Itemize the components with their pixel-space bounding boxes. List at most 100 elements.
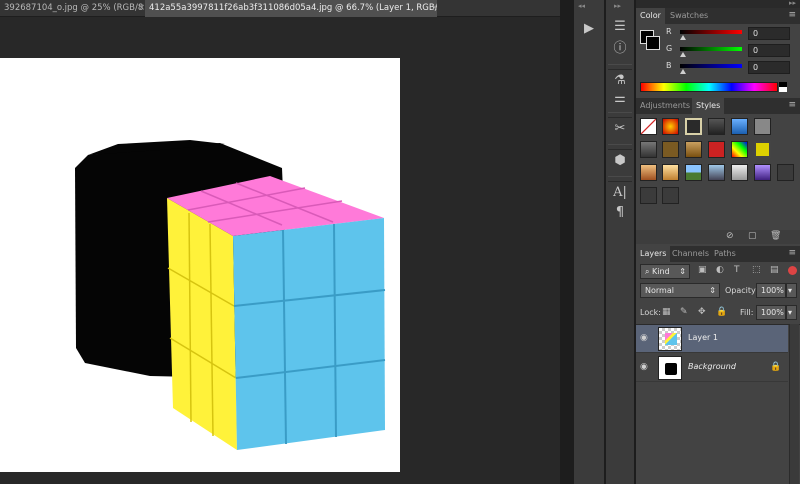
clear-style-icon[interactable]: ⊘ <box>726 231 734 241</box>
background-thumbnail-image <box>665 363 677 375</box>
tab-channels[interactable]: Channels <box>668 246 713 262</box>
adjustments-sliders-icon[interactable]: ⚌ <box>609 88 631 110</box>
style-swatch[interactable] <box>754 118 771 135</box>
layers-scrollbar[interactable] <box>789 324 799 484</box>
style-swatch[interactable] <box>777 164 794 181</box>
fill-dropdown[interactable]: ▾ <box>786 305 797 320</box>
collapse-arrows-icon[interactable]: ◂◂ <box>578 2 585 10</box>
lock-all-icon[interactable]: 🔒 <box>716 307 727 317</box>
document-tab-1[interactable]: 392687104_o.jpg @ 25% (RGB/8) × <box>0 0 144 17</box>
filter-type-icon[interactable]: T <box>734 265 740 275</box>
tab-swatches[interactable]: Swatches <box>666 8 712 24</box>
green-value-field[interactable]: 0 <box>748 44 790 57</box>
red-value-field[interactable]: 0 <box>748 27 790 40</box>
layer-name[interactable]: Background <box>688 362 736 371</box>
info-icon[interactable]: ⓘ <box>609 38 631 60</box>
document-tab-2[interactable]: 412a55a3997811f26ab3f311086d05a4.jpg @ 6… <box>145 0 437 17</box>
style-swatch-none[interactable] <box>640 118 657 135</box>
cube-thumbnail-image <box>665 333 677 345</box>
3d-cube-icon[interactable]: ⬢ <box>609 150 631 172</box>
layers-panel-header: Layers Channels Paths ≡ <box>636 246 800 262</box>
blue-channel-label: B <box>666 61 672 70</box>
play-icon[interactable]: ▶ <box>578 18 600 40</box>
style-swatch[interactable] <box>685 164 702 181</box>
canvas-area[interactable] <box>0 18 560 484</box>
collapse-arrows-icon[interactable]: ▸▸ <box>789 0 796 7</box>
style-swatch[interactable] <box>640 141 657 158</box>
document-canvas[interactable] <box>0 58 400 472</box>
style-swatch[interactable] <box>662 187 679 204</box>
layer-row-background[interactable]: ◉ Background 🔒 <box>636 354 788 382</box>
red-slider-thumb[interactable] <box>680 35 686 40</box>
tab-adjustments[interactable]: Adjustments <box>636 98 694 114</box>
panel-separator[interactable] <box>560 0 574 484</box>
panel-menu-icon[interactable]: ≡ <box>788 10 796 20</box>
green-slider[interactable] <box>680 47 742 51</box>
style-swatch[interactable] <box>708 141 725 158</box>
tab-layers[interactable]: Layers <box>636 246 671 262</box>
tab-styles[interactable]: Styles <box>692 98 725 114</box>
panel-column: ▸▸ Color Swatches ≡ R 0 G 0 B 0 Adjustme… <box>636 0 800 484</box>
lock-transparent-pixels-icon[interactable]: ▦ <box>662 307 671 317</box>
panel-menu-icon[interactable]: ≡ <box>788 100 796 110</box>
style-swatch[interactable] <box>731 141 748 158</box>
color-panel-header: Color Swatches ≡ <box>636 8 800 24</box>
character-icon[interactable]: A| <box>609 182 631 204</box>
opacity-field[interactable]: 100% <box>756 283 786 298</box>
green-slider-thumb[interactable] <box>680 52 686 57</box>
style-swatch[interactable] <box>754 164 771 181</box>
style-swatch[interactable] <box>754 141 771 158</box>
tab-paths[interactable]: Paths <box>710 246 740 262</box>
layer-filter-select[interactable]: ⌕ Kind ⇕ <box>640 264 690 279</box>
panel-column-header: ▸▸ <box>636 0 800 8</box>
style-swatch[interactable] <box>708 118 725 135</box>
style-swatch[interactable] <box>731 164 748 181</box>
layer-filter-value: Kind <box>652 267 670 276</box>
style-swatch[interactable] <box>640 187 657 204</box>
color-spectrum-ramp[interactable] <box>640 82 778 92</box>
layer-name[interactable]: Layer 1 <box>688 333 718 342</box>
collapse-arrows-icon[interactable]: ▸▸ <box>614 2 621 10</box>
layer-thumbnail <box>658 356 682 380</box>
filter-shape-icon[interactable]: ⬚ <box>752 265 761 275</box>
style-swatch[interactable] <box>685 141 702 158</box>
style-swatch[interactable] <box>731 118 748 135</box>
background-color-swatch[interactable] <box>646 36 660 50</box>
visibility-eye-icon[interactable]: ◉ <box>640 362 652 372</box>
new-style-icon[interactable]: ▢ <box>748 231 757 241</box>
cube-artwork <box>75 140 386 450</box>
red-slider[interactable] <box>680 30 742 34</box>
lock-position-icon[interactable]: ✥ <box>698 307 706 317</box>
style-swatch[interactable] <box>640 164 657 181</box>
lock-label: Lock: <box>640 308 661 317</box>
style-swatch[interactable] <box>708 164 725 181</box>
visibility-eye-icon[interactable]: ◉ <box>640 333 652 343</box>
filter-pixel-icon[interactable]: ▣ <box>698 265 707 275</box>
layer-row-layer-1[interactable]: ◉ Layer 1 <box>636 325 788 353</box>
color-panel-body: R 0 G 0 B 0 <box>636 24 800 96</box>
filter-adjustment-icon[interactable]: ◐ <box>716 265 724 275</box>
tools-icon[interactable]: ✂ <box>609 118 631 140</box>
lock-image-pixels-icon[interactable]: ✎ <box>680 307 688 317</box>
blend-mode-select[interactable]: Normal ⇕ <box>640 283 720 298</box>
close-icon[interactable]: × <box>138 0 144 17</box>
blue-slider[interactable] <box>680 64 742 68</box>
style-swatch[interactable] <box>662 164 679 181</box>
document-tab-1-label: 392687104_o.jpg @ 25% (RGB/8) <box>4 3 144 13</box>
paragraph-icon[interactable]: ¶ <box>609 202 631 224</box>
style-swatch[interactable] <box>662 118 679 135</box>
style-swatch[interactable] <box>662 141 679 158</box>
trash-icon[interactable]: 🗑 <box>770 231 781 241</box>
history-icon[interactable]: ☰ <box>609 16 631 38</box>
close-icon[interactable]: × <box>431 0 437 17</box>
opacity-dropdown[interactable]: ▾ <box>786 283 797 298</box>
white-ramp-swatch[interactable] <box>779 87 787 92</box>
panel-menu-icon[interactable]: ≡ <box>788 248 796 258</box>
filter-smart-object-icon[interactable]: ▤ <box>770 265 779 275</box>
blue-slider-thumb[interactable] <box>680 69 686 74</box>
tab-color[interactable]: Color <box>636 8 665 24</box>
filter-toggle-icon[interactable] <box>788 266 797 275</box>
blue-value-field[interactable]: 0 <box>748 61 790 74</box>
fill-field[interactable]: 100% <box>756 305 786 320</box>
style-swatch-selected[interactable] <box>685 118 702 135</box>
